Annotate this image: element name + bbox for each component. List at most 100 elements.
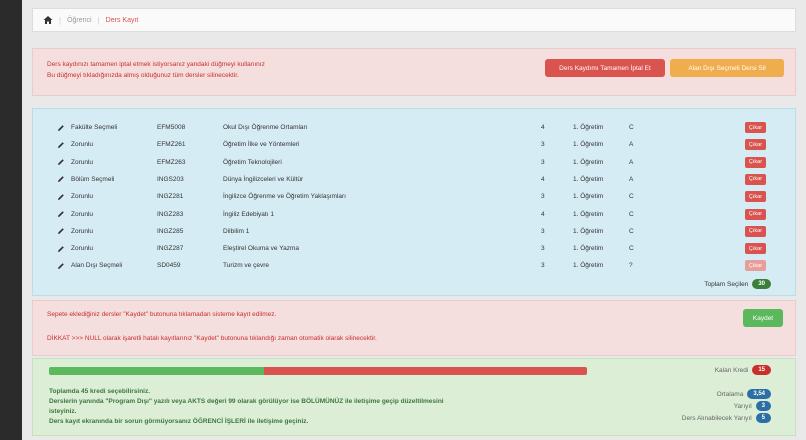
course-credit: 4 [541,210,545,218]
course-type: Zorunlu [71,227,94,235]
cancel-warning-panel: Ders kaydınızı tamamen iptal etmek istiy… [32,48,796,96]
remove-course-button[interactable]: Çıkar [745,156,766,168]
course-grade: A [629,158,634,166]
pencil-icon[interactable] [57,124,65,132]
pencil-icon[interactable] [57,158,65,166]
course-type: Zorunlu [71,210,94,218]
course-credit: 3 [541,262,545,270]
course-grade: C [629,210,634,218]
course-list: Toplam Seçilen 30 Fakülte Seçmeli EFM5008… [32,108,796,296]
course-session: 1. Öğretim [573,210,604,218]
course-name: Öğretim İlke ve Yöntemleri [223,141,300,149]
course-credit: 4 [541,175,545,183]
credit-progress-remaining [264,367,587,375]
course-code: INGZ281 [157,193,184,201]
save-button[interactable]: Kaydet [743,309,783,327]
credit-progress-bar [49,367,587,375]
course-type: Bölüm Seçmeli [71,175,115,183]
course-code: INGZ285 [157,227,184,235]
total-selected: Toplam Seçilen 30 [704,279,771,289]
course-code: INGS203 [157,175,184,183]
course-name: İngilizce Öğrenme ve Öğretim Yaklaşımlar… [223,193,346,201]
gpa-badge: 3,54 [747,389,771,399]
course-grade: A [629,175,634,183]
course-type: Zorunlu [71,245,94,253]
course-name: Turizm ve çevre [223,262,269,270]
pencil-icon[interactable] [57,210,65,218]
remove-course-button[interactable]: Çıkar [745,260,766,272]
remove-course-button[interactable]: Çıkar [745,243,766,255]
breadcrumb-course-registration: Ders Kayıt [105,16,139,24]
home-icon[interactable] [43,15,53,25]
course-session: 1. Öğretim [573,227,604,235]
null-warning-text: DİKKAT >>> NULL olarak işaretli hatalı k… [47,335,377,342]
course-session: 1. Öğretim [573,193,604,201]
course-row: Zorunlu EFMZ263 Öğretim Teknolojileri 3 1. Ö… [33,154,797,171]
course-name: Dünya İngilizceleri ve Kültür [223,175,304,183]
pencil-icon[interactable] [57,141,65,149]
course-type: Alan Dışı Seçmeli [71,262,123,270]
remaining-credit: Kalan Kredi 15 [715,365,771,375]
course-grade: C [629,193,634,201]
breadcrumb-separator: | [97,15,100,25]
course-grade: C [629,124,634,131]
course-credit: 4 [541,124,545,131]
course-session: 1. Öğretim [573,245,604,253]
course-credit: 3 [541,227,545,235]
course-credit: 3 [541,193,545,201]
course-row: Alan Dışı Seçmeli SD0459 Turizm ve çevre 3 1… [33,257,797,274]
course-session: 1. Öğretim [573,158,604,166]
save-warning-panel: Sepete eklediğiniz dersler "Kaydet" buto… [32,300,796,356]
course-row: Zorunlu INGZ287 Eleştirel Okuma ve Yazma 3 1… [33,240,797,257]
course-credit: 3 [541,141,545,149]
course-name: Eleştirel Okuma ve Yazma [223,245,299,253]
course-code: EFM5008 [157,124,186,131]
save-warning-text: Sepete eklediğiniz dersler "Kaydet" buto… [47,311,277,318]
remaining-credit-badge: 15 [752,365,771,375]
course-grade: ? [629,262,633,270]
course-credit: 3 [541,158,545,166]
breadcrumb-separator: | [59,15,62,25]
remove-course-button[interactable]: Çıkar [745,191,766,203]
semester-stat: Yarıyıl 3 [734,401,771,411]
next-semester-badge: 5 [755,413,771,423]
pencil-icon[interactable] [57,227,65,235]
breadcrumb-student[interactable]: Öğrenci [67,17,92,24]
course-code: INGZ287 [157,245,184,253]
remove-course-button[interactable]: Çıkar [745,208,766,220]
course-code: INGZ283 [157,210,184,218]
course-type: Zorunlu [71,158,94,166]
course-name: İngiliz Edebiyatı 1 [223,210,274,218]
next-semester-stat: Ders Alınabilecek Yarıyıl 5 [682,413,771,423]
credit-progress-done [49,367,265,375]
semester-badge: 3 [755,401,771,411]
info-text: Toplamda 45 kredi seçebilirsiniz. Dersle… [49,388,444,425]
pencil-icon[interactable] [57,175,65,183]
remove-course-button[interactable]: Çıkar [745,225,766,237]
course-row: Zorunlu INGZ281 İngilizce Öğrenme ve Öğret… [33,188,797,205]
course-type: Fakülte Seçmeli [71,124,118,131]
course-row: Zorunlu EFMZ261 Öğretim İlke ve Yöntemleri… [33,136,797,153]
delete-elective-button[interactable]: Alan Dışı Seçmeli Dersi Sil [670,59,784,77]
remove-course-button[interactable]: Çıkar [745,173,766,185]
course-code: SD0459 [157,262,181,270]
course-session: 1. Öğretim [573,141,604,149]
course-row: Zorunlu INGZ283 İngiliz Edebiyatı 1 4 1. Öğr… [33,206,797,223]
course-name: Öğretim Teknolojileri [223,158,282,166]
course-session: 1. Öğretim [573,175,604,183]
course-session: 1. Öğretim [573,262,604,270]
course-name: Okul Dışı Öğrenme Ortamları [223,124,308,131]
pencil-icon[interactable] [57,193,65,201]
total-selected-badge: 30 [752,279,771,289]
remove-course-button[interactable]: Çıkar [745,122,766,133]
gpa-stat: Ortalama 3,54 [717,389,771,399]
remove-course-button[interactable]: Çıkar [745,139,766,151]
course-code: EFMZ263 [157,158,186,166]
cancel-all-registration-button[interactable]: Ders Kaydımı Tamamen İptal Et [545,59,665,77]
course-grade: C [629,227,634,235]
course-row: Zorunlu INGZ285 Dilbilim 1 3 1. Öğretim C Çıka… [33,223,797,240]
pencil-icon[interactable] [57,245,65,253]
cancel-warning-text: Ders kaydınızı tamamen iptal etmek istiy… [47,61,265,79]
page: | Öğrenci | Ders Kayıt Ders kaydınızı ta… [22,0,806,440]
pencil-icon[interactable] [57,262,65,270]
